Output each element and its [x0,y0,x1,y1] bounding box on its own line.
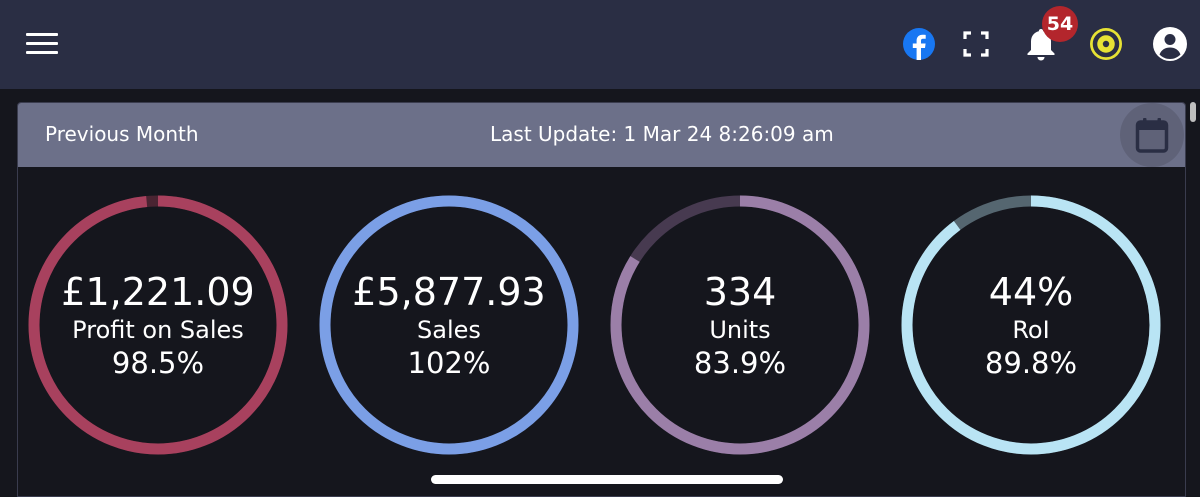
gauge-percentage: 102% [407,346,491,380]
gauge-value: £5,877.93 [352,270,546,314]
gauge-percentage: 83.9% [693,346,787,380]
last-update-text: Last Update: 1 Mar 24 8:26:09 am [490,122,834,146]
gauge-label: Profit on Sales [72,316,244,344]
stats-card: Previous Month Last Update: 1 Mar 24 8:2… [17,102,1186,497]
gauge-value: £1,221.09 [61,270,255,314]
gauge-sales: £5,877.93 Sales 102% [317,193,581,457]
facebook-icon[interactable] [903,28,935,60]
gauge-units: 334 Units 83.9% [608,193,872,457]
gauge-profit-on-sales: £1,221.09 Profit on Sales 98.5% [26,193,290,457]
account-icon[interactable] [1153,27,1187,61]
gauge-value: 44% [988,270,1074,314]
gauge-label: RoI [1012,316,1050,344]
lifebuoy-icon[interactable] [1089,27,1123,61]
gauge-value: 334 [703,270,777,314]
gauge-label: Sales [417,316,481,344]
gauge-roi: 44% RoI 89.8% [899,193,1163,457]
fullscreen-icon[interactable] [962,30,990,58]
gauge-label: Units [709,316,771,344]
gauge-percentage: 89.8% [984,346,1078,380]
period-label: Previous Month [45,122,199,146]
calendar-icon [1135,118,1169,153]
notification-badge: 54 [1042,6,1078,42]
calendar-button[interactable] [1120,103,1184,167]
top-app-bar: 54 [0,0,1200,89]
home-indicator [431,475,783,484]
menu-icon[interactable] [26,31,58,55]
gauge-percentage: 98.5% [111,346,205,380]
scrollbar[interactable] [1190,102,1196,122]
card-header: Previous Month Last Update: 1 Mar 24 8:2… [18,103,1185,167]
